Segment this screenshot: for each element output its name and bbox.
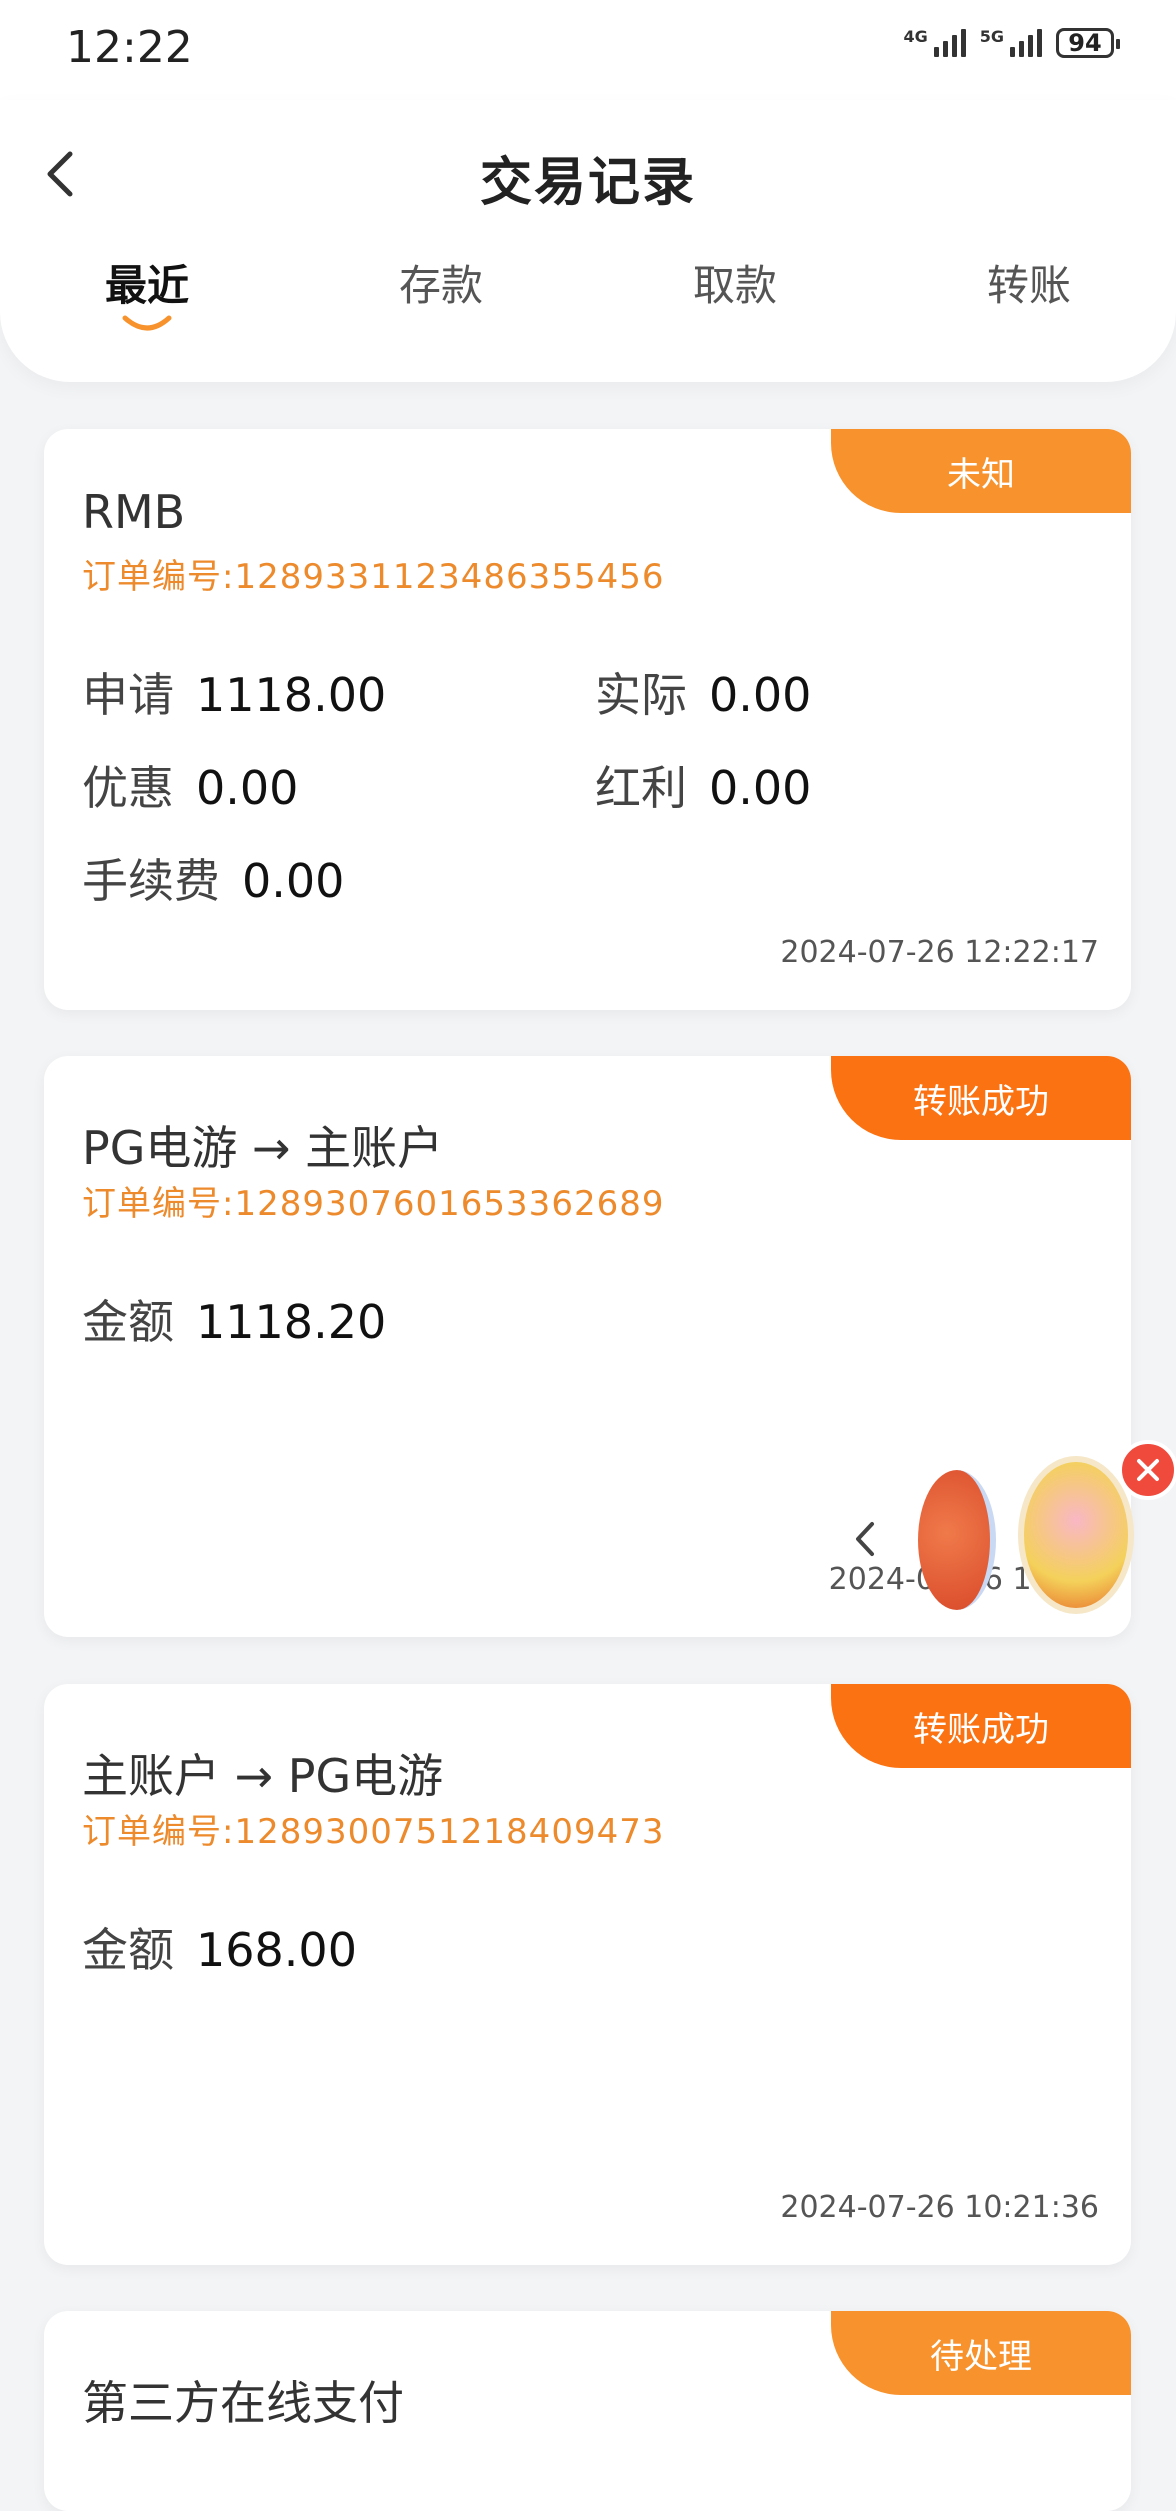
signal-4g-icon: 4G: [903, 29, 966, 57]
record-card[interactable]: 待处理 第三方在线支付: [44, 2311, 1131, 2511]
record-time: 2024-07-26 12:22:17: [780, 935, 1099, 970]
chevron-left-icon[interactable]: [850, 1518, 880, 1560]
order-number: 订单编号:1289300751218409473: [82, 1812, 665, 1852]
floating-promo-widget[interactable]: [850, 1430, 1176, 1630]
status-badge: 转账成功: [831, 1056, 1131, 1140]
record-title: RMB: [82, 485, 186, 539]
record-title: PG电游 → 主账户: [82, 1121, 444, 1175]
field-amount: 金额 168.00: [82, 1923, 357, 1977]
field-fee: 手续费 0.00: [82, 854, 345, 908]
field-apply: 申请 1118.00: [82, 668, 387, 722]
record-card[interactable]: 未知 RMB 订单编号:1289331123486355456 申请 1118.0…: [44, 429, 1131, 1010]
page-title: 交易记录: [479, 153, 696, 213]
status-bar: 12:22 4G 5G 94: [0, 0, 1176, 100]
tab-withdraw[interactable]: 取款: [635, 252, 835, 313]
field-actual: 实际 0.00: [595, 668, 812, 722]
tab-transfer[interactable]: 转账: [929, 252, 1129, 313]
status-time: 12:22: [66, 22, 193, 73]
order-number: 订单编号:1289331123486355456: [82, 557, 665, 597]
status-badge: 未知: [831, 429, 1131, 513]
tab-recent[interactable]: 最近: [47, 252, 247, 331]
field-bonus: 红利 0.00: [595, 761, 812, 815]
field-amount: 金额 1118.20: [82, 1295, 387, 1349]
tab-active-indicator: [122, 315, 172, 331]
record-time: 2024-07-26 10:21:36: [780, 2190, 1099, 2225]
promo-gift-icon[interactable]: [1018, 1456, 1134, 1614]
tab-bar: 最近 存款 取款 转账: [0, 252, 1176, 332]
status-badge: 待处理: [831, 2311, 1131, 2395]
field-discount: 优惠 0.00: [82, 761, 299, 815]
close-icon[interactable]: [1118, 1440, 1176, 1500]
header: 交易记录 最近 存款 取款 转账: [0, 100, 1176, 382]
record-card[interactable]: 转账成功 主账户 → PG电游 订单编号:1289300751218409473…: [44, 1684, 1131, 2265]
status-icons: 4G 5G 94: [903, 28, 1120, 58]
record-title: 第三方在线支付: [82, 2376, 404, 2430]
battery-icon: 94: [1056, 28, 1120, 58]
record-title: 主账户 → PG电游: [82, 1749, 444, 1803]
promo-coin-icon[interactable]: [918, 1470, 996, 1610]
status-badge: 转账成功: [831, 1684, 1131, 1768]
order-number: 订单编号:1289307601653362689: [82, 1184, 665, 1224]
signal-5g-icon: 5G: [980, 29, 1042, 57]
tab-deposit[interactable]: 存款: [341, 252, 541, 313]
